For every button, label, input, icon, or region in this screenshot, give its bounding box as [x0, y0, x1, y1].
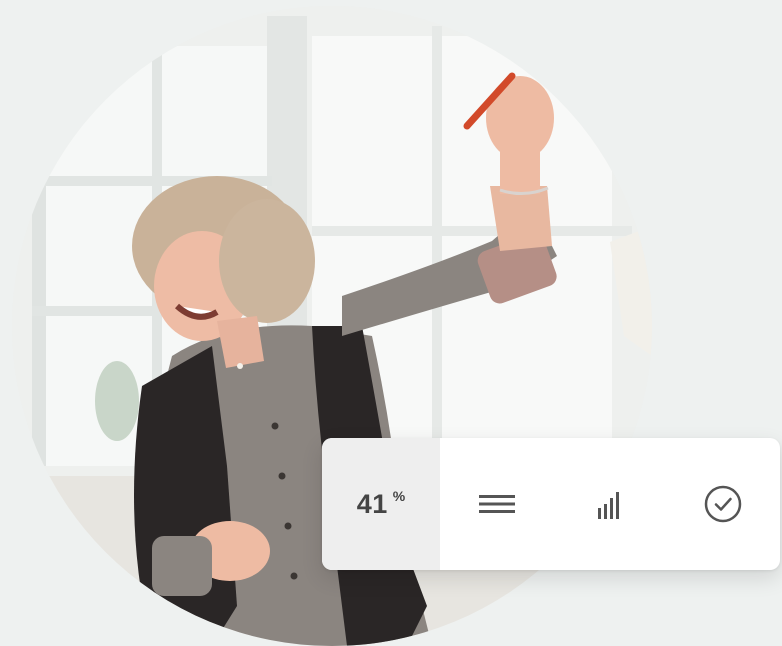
chart-button[interactable] [553, 438, 666, 570]
menu-lines-icon [478, 495, 515, 513]
confirm-button[interactable] [667, 438, 780, 570]
bar-chart-icon [597, 492, 619, 519]
percent-display: 41 % [322, 438, 440, 570]
check-circle-icon [705, 485, 742, 523]
menu-button[interactable] [440, 438, 553, 570]
stats-toolbar: 41 % [322, 438, 780, 570]
percent-value: 41 [356, 488, 388, 519]
percent-unit: % [392, 488, 406, 504]
